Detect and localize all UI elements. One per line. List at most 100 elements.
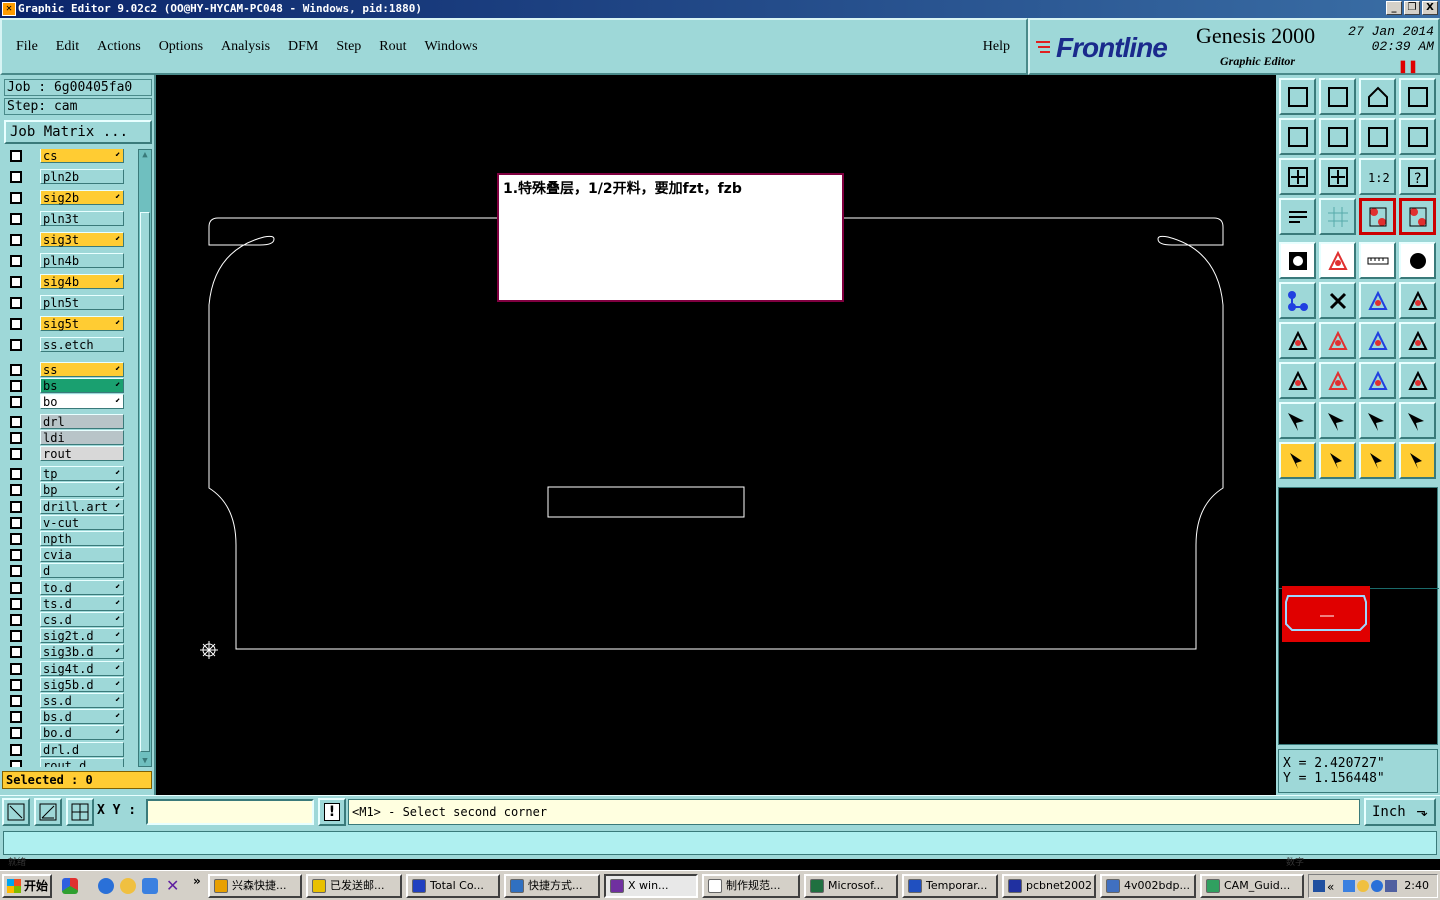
scale-1-2-button[interactable]: 1:2 <box>1359 158 1396 195</box>
undo-zoom-button[interactable] <box>1359 118 1396 155</box>
layer-row[interactable]: pln5t <box>4 295 136 310</box>
cross-delete-button[interactable] <box>1319 282 1356 319</box>
overview-thumbnail[interactable] <box>1282 586 1370 642</box>
path-select-button[interactable] <box>1399 442 1436 479</box>
layer-row[interactable]: cvia <box>4 547 136 563</box>
layer-name[interactable]: ss.etch <box>40 337 124 352</box>
layer-checkbox[interactable] <box>10 630 22 643</box>
house-button[interactable] <box>1359 78 1396 115</box>
layer-row[interactable]: bo ⬋ <box>4 394 136 410</box>
layer-checkbox[interactable] <box>10 516 22 529</box>
quicklaunch-x-icon[interactable]: ✕ <box>166 876 182 895</box>
layer-name[interactable]: rout.d <box>40 757 124 767</box>
zoom-tool-button[interactable] <box>2 798 30 826</box>
quicklaunch-clock-icon[interactable] <box>120 878 136 894</box>
line-pick-button[interactable] <box>1319 322 1356 359</box>
arrow-select-button[interactable] <box>1319 442 1356 479</box>
layer-name[interactable]: rout <box>40 446 124 461</box>
layer-name[interactable]: ldi <box>40 429 124 445</box>
start-button[interactable]: 开始 <box>2 874 52 898</box>
points-connect-button[interactable] <box>1359 282 1396 319</box>
layer-row[interactable]: d <box>4 563 136 579</box>
quicklaunch-browser-icon[interactable] <box>142 878 158 894</box>
taskbar-item[interactable]: X win... <box>604 874 698 898</box>
tray-clock-icon[interactable] <box>1357 880 1369 892</box>
tray-clock[interactable]: 2:40 <box>1404 875 1429 897</box>
layer-name[interactable]: drl <box>40 413 124 429</box>
layer-checkbox[interactable] <box>10 759 22 767</box>
home-view-button[interactable] <box>1279 78 1316 115</box>
taskbar-item[interactable]: 已发送邮... <box>306 874 402 898</box>
layer-name[interactable]: d <box>40 563 124 579</box>
layers-toggle-button[interactable] <box>1359 198 1396 235</box>
grid-button[interactable] <box>1319 198 1356 235</box>
menu-dfm[interactable]: DFM <box>288 39 318 55</box>
layer-row[interactable]: pln2b <box>4 169 136 184</box>
layer-row[interactable]: sig3b.d ⬋ <box>4 644 136 660</box>
layer-row[interactable]: tp ⬋ <box>4 466 136 482</box>
layer-row[interactable]: to.d ⬋ <box>4 579 136 595</box>
alert-button[interactable]: ! <box>318 798 346 826</box>
layer-checkbox[interactable] <box>10 380 22 393</box>
layer-checkbox[interactable] <box>10 678 22 691</box>
layer-row[interactable]: drl.d <box>4 741 136 757</box>
layer-checkbox[interactable] <box>10 565 22 578</box>
layer-checkbox[interactable] <box>10 484 22 497</box>
tray-network-icon[interactable] <box>1343 880 1355 892</box>
layer-checkbox[interactable] <box>10 695 22 707</box>
quicklaunch-ie-icon[interactable] <box>98 878 114 894</box>
layer-scrollbar[interactable]: ▲ ▼ <box>138 149 152 767</box>
layer-row[interactable]: sig4b ⬋ <box>4 274 136 289</box>
menu-options[interactable]: Options <box>159 39 203 55</box>
layer-checkbox[interactable] <box>10 448 22 460</box>
help-button[interactable]: ? <box>1399 158 1436 195</box>
minimize-button[interactable]: _ <box>1386 1 1402 15</box>
taskbar-item[interactable]: Total Co... <box>406 874 500 898</box>
layer-row[interactable]: bs.d ⬋ <box>4 709 136 725</box>
layer-name[interactable]: drl.d <box>40 741 124 757</box>
flip-button[interactable] <box>1399 322 1436 359</box>
ruler-button[interactable] <box>1359 242 1396 279</box>
nodes-button[interactable] <box>1279 282 1316 319</box>
layer-row[interactable]: cs ⬋ <box>4 149 136 163</box>
taskbar-item[interactable]: 4v002bdp... <box>1100 874 1196 898</box>
layer-checkbox[interactable] <box>10 500 22 513</box>
arc-button[interactable] <box>1359 322 1396 359</box>
taskbar-item[interactable]: Temporar... <box>902 874 998 898</box>
snap-point-button[interactable] <box>1279 362 1316 399</box>
layer-row[interactable]: ldi <box>4 429 136 445</box>
layer-row[interactable]: bs ⬋ <box>4 378 136 394</box>
layer-checkbox[interactable] <box>10 549 22 562</box>
layer-checkbox[interactable] <box>10 234 22 246</box>
layer-row[interactable]: pln4b <box>4 253 136 268</box>
triangle-a-button[interactable] <box>1279 402 1316 439</box>
redraw-button[interactable] <box>1399 118 1436 155</box>
layer-row[interactable]: rout.d <box>4 757 136 767</box>
measure-button[interactable] <box>1359 362 1396 399</box>
layer-checkbox[interactable] <box>10 662 22 675</box>
taskbar-item[interactable]: Microsof... <box>804 874 898 898</box>
layer-checkbox[interactable] <box>10 415 22 428</box>
arrow-area-button[interactable] <box>1359 442 1396 479</box>
layer-name[interactable]: pln3t <box>40 211 124 226</box>
layer-row[interactable]: sig2t.d ⬋ <box>4 628 136 644</box>
minus-line-button[interactable] <box>1319 362 1356 399</box>
layer-checkbox[interactable] <box>10 150 22 162</box>
layer-row[interactable]: sig4t.d ⬋ <box>4 660 136 676</box>
split-view-button[interactable] <box>1399 78 1436 115</box>
job-matrix-button[interactable]: Job Matrix ... <box>4 120 152 144</box>
layer-row[interactable]: sig5t ⬋ <box>4 316 136 331</box>
scroll-thumb[interactable] <box>140 212 150 752</box>
layer-checkbox[interactable] <box>10 646 22 659</box>
triangle-d-button[interactable] <box>1399 402 1436 439</box>
menu-actions[interactable]: Actions <box>97 39 141 55</box>
layer-row[interactable]: ss.d ⬋ <box>4 693 136 708</box>
layer-row[interactable]: rout <box>4 446 136 461</box>
tray-expand-icon[interactable]: « <box>1327 876 1334 898</box>
layer-name[interactable]: pln5t <box>40 295 124 310</box>
triangle-b-button[interactable] <box>1319 402 1356 439</box>
layer-row[interactable]: drl <box>4 413 136 429</box>
layer-checkbox[interactable] <box>10 581 22 594</box>
layer-checkbox[interactable] <box>10 711 22 724</box>
shape-edit-button[interactable] <box>1319 242 1356 279</box>
